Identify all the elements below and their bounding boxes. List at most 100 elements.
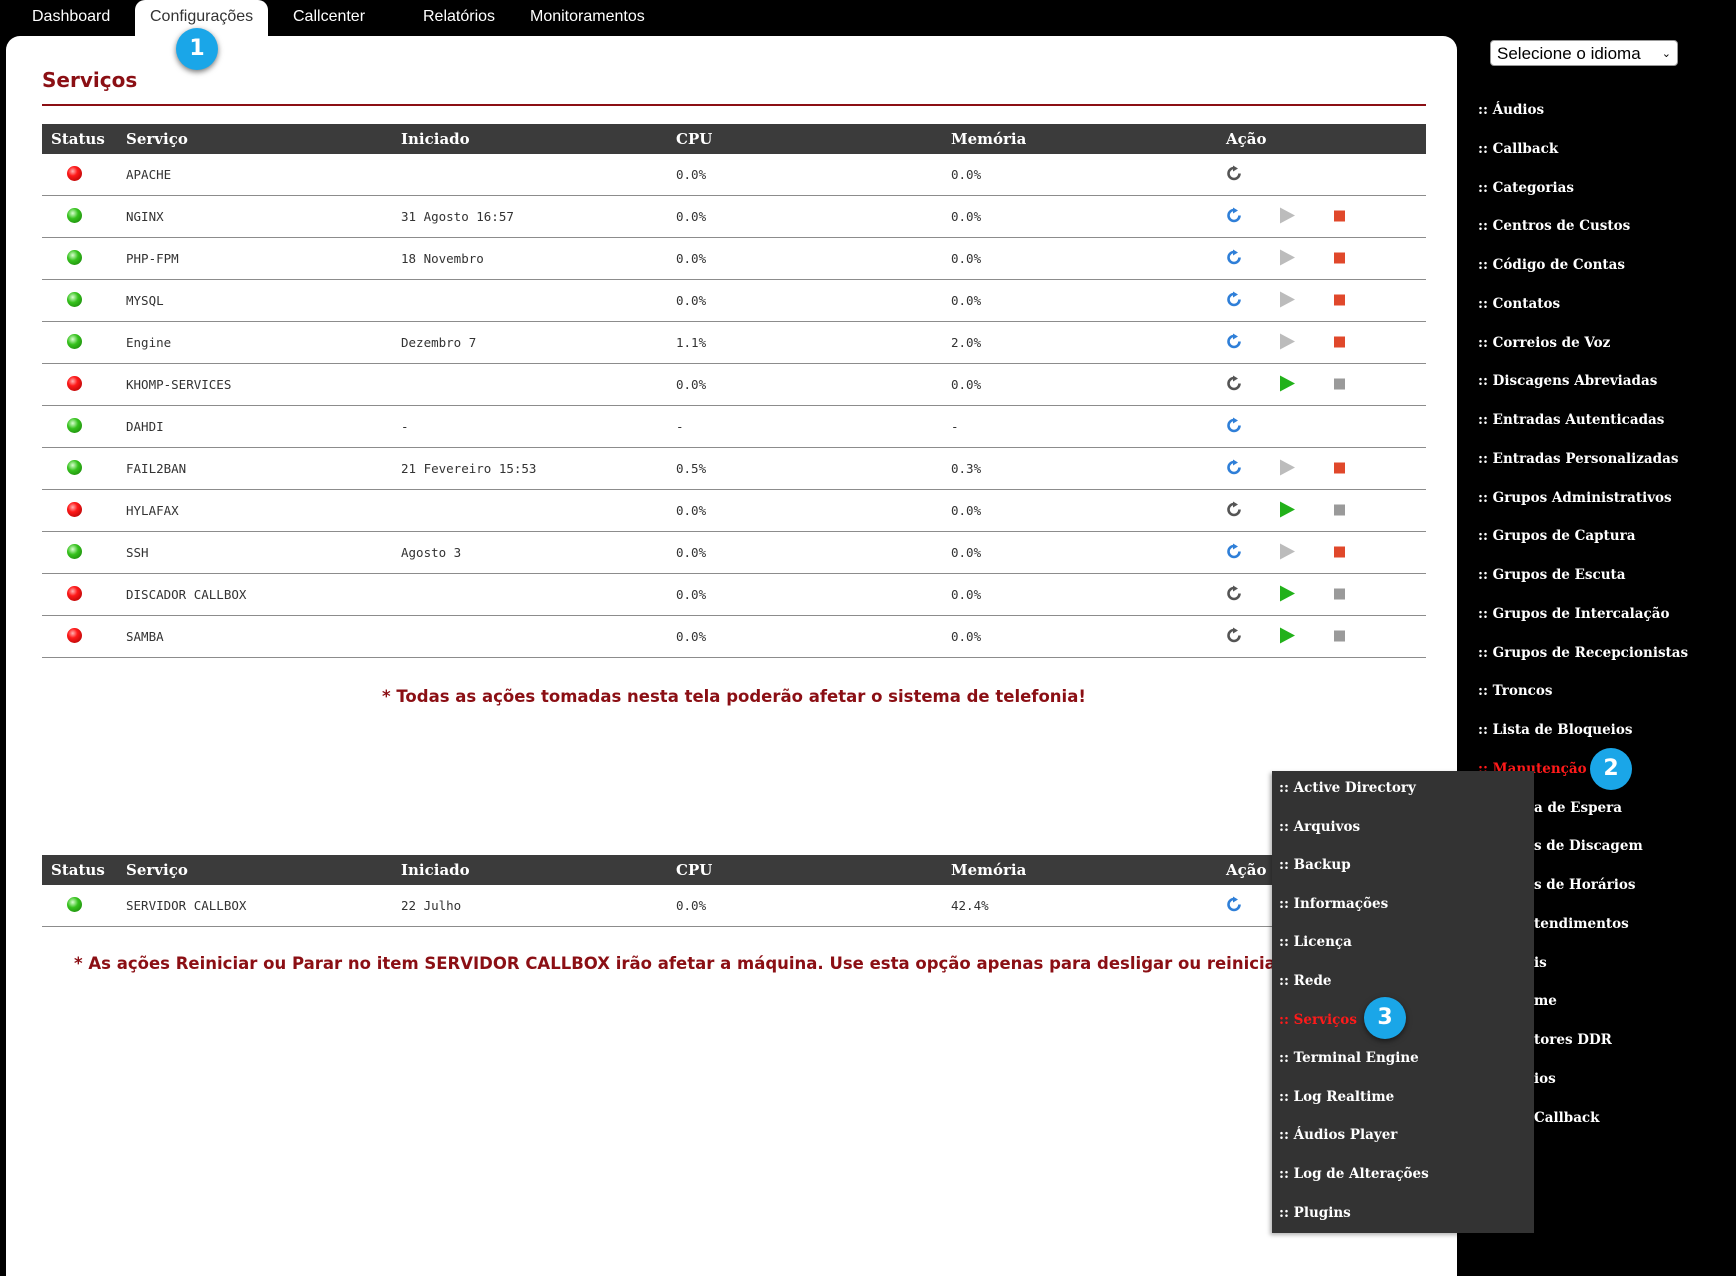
restart-icon[interactable] [1226, 291, 1242, 310]
tab-monitoramentos[interactable]: Monitoramentos [530, 0, 645, 36]
sidebar-item[interactable]: tendimentos [1534, 916, 1629, 932]
service-started: - [392, 405, 667, 448]
header-started: Iniciado [401, 130, 470, 148]
play-icon[interactable] [1278, 542, 1296, 563]
restart-icon[interactable] [1226, 417, 1242, 436]
submenu-item[interactable]: :: Informações [1279, 896, 1388, 912]
sidebar-item[interactable]: :: Grupos de Captura [1478, 528, 1635, 544]
restart-icon[interactable] [1226, 627, 1242, 646]
restart-icon[interactable] [1226, 501, 1242, 520]
service-started: 18 Novembro [392, 237, 667, 280]
header-status: Status [51, 861, 105, 879]
play-icon[interactable] [1278, 584, 1296, 605]
restart-icon[interactable] [1226, 896, 1242, 915]
service-row: KHOMP-SERVICES 0.0% 0.0% [42, 363, 1426, 406]
status-green-icon [67, 333, 82, 349]
play-icon[interactable] [1278, 248, 1296, 269]
stop-icon[interactable] [1334, 335, 1345, 350]
service-memory: 0.0% [942, 279, 1217, 322]
stop-icon[interactable] [1334, 587, 1345, 602]
submenu-item[interactable]: :: Rede [1279, 973, 1332, 989]
play-icon[interactable] [1278, 458, 1296, 479]
sidebar-item[interactable]: tores DDR [1534, 1032, 1612, 1048]
restart-icon[interactable] [1226, 165, 1242, 184]
sidebar-item[interactable]: :: Correios de Voz [1478, 335, 1610, 351]
submenu-item[interactable]: :: Arquivos [1279, 819, 1360, 835]
main-panel: Serviços Status Serviço Iniciado CPU Mem… [6, 36, 1457, 1276]
submenu-item[interactable]: :: Backup [1279, 857, 1351, 873]
service-row: DAHDI - - - [42, 405, 1426, 448]
service-name: Engine [117, 321, 392, 364]
stop-icon[interactable] [1334, 629, 1345, 644]
sidebar-item[interactable]: is [1534, 955, 1547, 971]
service-memory: 0.0% [942, 363, 1217, 406]
tab-callcenter[interactable]: Callcenter [293, 0, 365, 36]
submenu-item[interactable]: :: Áudios Player [1279, 1127, 1397, 1143]
status-green-icon [67, 543, 82, 559]
sidebar-item[interactable]: :: Grupos de Recepcionistas [1478, 645, 1688, 661]
sidebar-item[interactable]: :: Contatos [1478, 296, 1560, 312]
sidebar-item[interactable]: :: Entradas Personalizadas [1478, 451, 1678, 467]
submenu-item[interactable]: :: Terminal Engine [1279, 1050, 1419, 1066]
submenu-item[interactable]: :: Active Directory [1279, 780, 1416, 796]
status-cell [42, 154, 117, 196]
submenu-item[interactable]: :: Plugins [1279, 1205, 1351, 1221]
sidebar-item[interactable]: :: Discagens Abreviadas [1478, 373, 1657, 389]
sidebar-item[interactable]: s de Discagem [1534, 838, 1643, 854]
stop-icon[interactable] [1334, 377, 1345, 392]
sidebar-item[interactable]: ios [1534, 1071, 1556, 1087]
stop-icon[interactable] [1334, 251, 1345, 266]
play-icon[interactable] [1278, 500, 1296, 521]
restart-icon[interactable] [1226, 249, 1242, 268]
sidebar-item[interactable]: :: Grupos de Intercalação [1478, 606, 1669, 622]
restart-icon[interactable] [1226, 543, 1242, 562]
play-icon[interactable] [1278, 626, 1296, 647]
tab-relatorios[interactable]: Relatórios [423, 0, 495, 36]
stop-icon[interactable] [1334, 545, 1345, 560]
restart-icon[interactable] [1226, 375, 1242, 394]
sidebar-item[interactable]: :: Grupos de Escuta [1478, 567, 1626, 583]
submenu-item[interactable]: :: Log de Alterações [1279, 1166, 1429, 1182]
language-select[interactable]: Selecione o idioma ⌄ [1490, 40, 1678, 66]
submenu-item[interactable]: :: Log Realtime [1279, 1089, 1394, 1105]
sidebar-item[interactable]: me [1534, 993, 1557, 1009]
status-green-icon [67, 459, 82, 475]
status-cell [42, 489, 117, 532]
sidebar-item[interactable]: :: Categorias [1478, 180, 1574, 196]
play-icon[interactable] [1278, 332, 1296, 353]
restart-icon[interactable] [1226, 207, 1242, 226]
sidebar-item[interactable]: :: Entradas Autenticadas [1478, 412, 1664, 428]
restart-icon[interactable] [1226, 459, 1242, 478]
status-cell [42, 573, 117, 616]
service-cpu: 0.0% [667, 237, 942, 280]
stop-icon[interactable] [1334, 461, 1345, 476]
service-memory: 0.0% [942, 154, 1217, 196]
play-icon[interactable] [1278, 290, 1296, 311]
sidebar-item[interactable]: :: Troncos [1478, 683, 1553, 699]
service-name: NGINX [117, 195, 392, 238]
service-cpu: 0.5% [667, 447, 942, 490]
restart-icon[interactable] [1226, 333, 1242, 352]
sidebar-item[interactable]: :: Grupos Administrativos [1478, 490, 1672, 506]
actions-cell [1217, 154, 1426, 196]
header-started: Iniciado [401, 861, 470, 879]
sidebar-item[interactable]: :: Código de Contas [1478, 257, 1625, 273]
submenu-item[interactable]: :: Licença [1279, 934, 1352, 950]
stop-icon[interactable] [1334, 503, 1345, 518]
sidebar-item[interactable]: :: Áudios [1478, 102, 1544, 118]
stop-icon[interactable] [1334, 293, 1345, 308]
tab-dashboard[interactable]: Dashboard [32, 0, 110, 36]
restart-icon[interactable] [1226, 585, 1242, 604]
stop-icon[interactable] [1334, 209, 1345, 224]
play-icon[interactable] [1278, 374, 1296, 395]
play-icon[interactable] [1278, 206, 1296, 227]
sidebar-item[interactable]: :: Lista de Bloqueios [1478, 722, 1632, 738]
service-cpu: 0.0% [667, 195, 942, 238]
sidebar-item[interactable]: a de Espera [1534, 800, 1622, 816]
sidebar-item[interactable]: :: Centros de Custos [1478, 218, 1630, 234]
sidebar-item[interactable]: s de Horários [1534, 877, 1636, 893]
submenu-item[interactable]: :: Serviços [1279, 1012, 1357, 1028]
sidebar-item[interactable]: :: Callback [1478, 141, 1558, 157]
service-cpu: 0.0% [667, 615, 942, 658]
sidebar-item[interactable]: Callback [1534, 1110, 1600, 1126]
